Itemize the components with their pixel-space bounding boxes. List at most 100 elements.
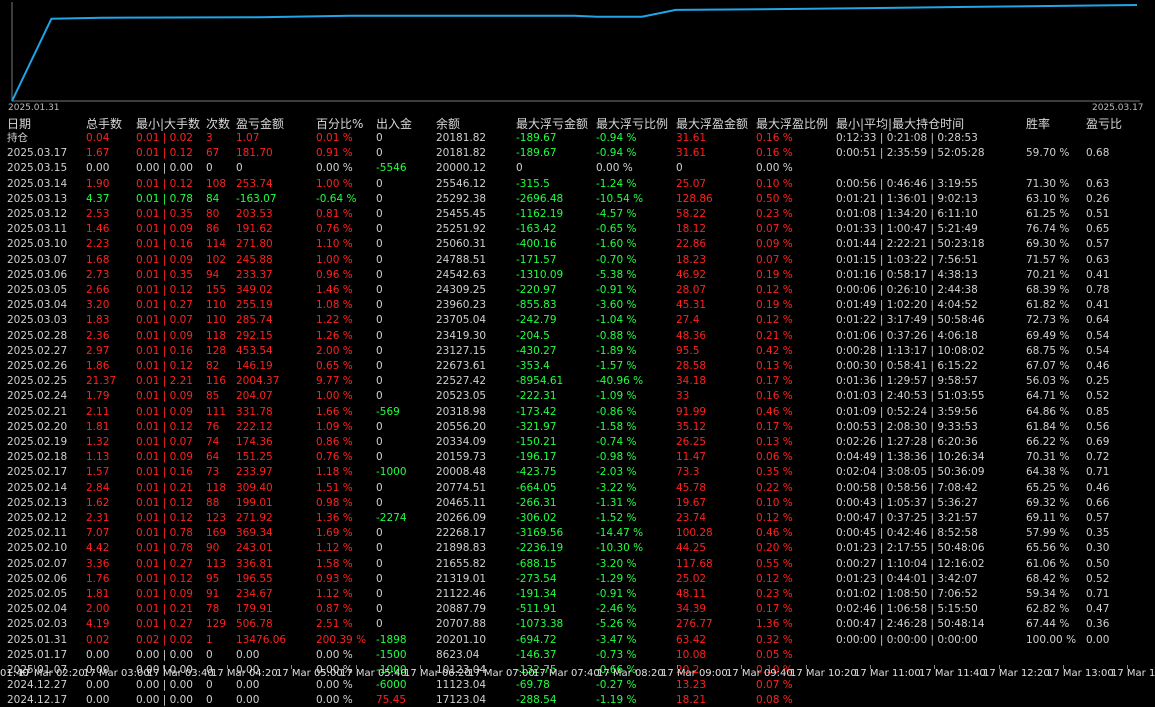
cell-io: 75.45 [376, 694, 407, 706]
cell-mfep: 0.16 % [756, 147, 793, 159]
cell-io: 0 [376, 618, 383, 630]
cell-minmax: 0.00 | 0.00 [136, 649, 193, 661]
cell-count: 90 [206, 542, 220, 554]
cell-mae: -1073.38 [516, 618, 564, 630]
cell-mfe: 25.02 [676, 573, 707, 585]
time-axis-label: 17 Mar 13:00 [1047, 668, 1114, 679]
cell-pl: 243.01 [236, 542, 273, 554]
cell-minmax: 0.01 | 0.09 [136, 406, 193, 418]
cell-pct: 1.69 % [316, 527, 353, 539]
time-axis-label: 17 Mar 03:00 [83, 668, 150, 679]
cell-pct: 1.36 % [316, 512, 353, 524]
cell-pl: 179.91 [236, 603, 273, 615]
cell-count: 73 [206, 466, 220, 478]
cell-bal: 24542.63 [436, 269, 487, 281]
cell-mfe: 28.58 [676, 360, 707, 372]
cell-maep: -3.20 % [596, 558, 637, 570]
cell-bal: 20774.51 [436, 482, 487, 494]
cell-mfep: 0.12 % [756, 512, 793, 524]
cell-io: 0 [376, 603, 383, 615]
cell-mfe: 0 [676, 162, 683, 174]
cell-rr: 0.50 [1086, 558, 1110, 570]
cell-mfep: 0.13 % [756, 436, 793, 448]
cell-io: 0 [376, 421, 383, 433]
cell-mfe: 45.78 [676, 482, 707, 494]
cell-bal: 25060.31 [436, 238, 487, 250]
cell-pct: 0.65 % [316, 360, 353, 372]
cell-win: 68.39 % [1026, 284, 1070, 296]
cell-mfe: 44.25 [676, 542, 707, 554]
cell-io: 0 [376, 284, 383, 296]
cell-maep: -4.57 % [596, 208, 637, 220]
cell-lots: 2.84 [86, 482, 110, 494]
cell-date: 2025.02.04 [7, 603, 68, 615]
cell-hold: 0:01:23 | 0:44:01 | 3:42:07 [836, 573, 978, 585]
cell-rr: 0.72 [1086, 451, 1110, 463]
cell-io: 0 [376, 223, 383, 235]
cell-mae: -196.17 [516, 451, 557, 463]
cell-minmax: 0.01 | 0.09 [136, 254, 193, 266]
cell-hold: 0:01:09 | 0:52:24 | 3:59:56 [836, 406, 978, 418]
cell-win: 69.30 % [1026, 238, 1070, 250]
cell-pct: 1.18 % [316, 466, 353, 478]
cell-mae: -306.02 [516, 512, 557, 524]
cell-minmax: 0.00 | 0.00 [136, 162, 193, 174]
cell-io: 0 [376, 436, 383, 448]
time-axis-label: 17 Mar 06:20 [404, 668, 471, 679]
cell-count: 3 [206, 132, 213, 144]
cell-bal: 25251.92 [436, 223, 487, 235]
cell-count: 129 [206, 618, 227, 630]
cell-date: 2025.03.11 [7, 223, 68, 235]
cell-maep: -1.31 % [596, 497, 637, 509]
cell-minmax: 0.02 | 0.02 [136, 634, 193, 646]
cell-count: 91 [206, 588, 220, 600]
cell-mae: -1310.09 [516, 269, 564, 281]
cell-minmax: 0.01 | 0.07 [136, 314, 193, 326]
cell-bal: 22673.61 [436, 360, 487, 372]
cell-minmax: 0.01 | 0.16 [136, 238, 193, 250]
cell-bal: 20465.11 [436, 497, 487, 509]
cell-mfe: 27.4 [676, 314, 700, 326]
cell-mfep: 0.06 % [756, 451, 793, 463]
cell-pl: 204.07 [236, 390, 273, 402]
time-axis-label: 17 Mar 07:40 [533, 668, 600, 679]
cell-pl: 506.78 [236, 618, 273, 630]
cell-mfep: 0.22 % [756, 482, 793, 494]
cell-bal: 23419.30 [436, 330, 487, 342]
cell-win: 59.70 % [1026, 147, 1070, 159]
cell-mfep: 0.07 % [756, 223, 793, 235]
cell-date: 2025.02.27 [7, 345, 68, 357]
cell-io: -1000 [376, 466, 407, 478]
cell-minmax: 0.01 | 0.12 [136, 360, 193, 372]
cell-rr: 0.85 [1086, 406, 1110, 418]
cell-count: 0 [206, 649, 213, 661]
cell-count: 169 [206, 527, 227, 539]
time-axis-label: 17 Mar 11:40 [919, 668, 986, 679]
cell-lots: 1.81 [86, 588, 110, 600]
chart-end-date: 2025.03.17 [1092, 103, 1144, 113]
time-axis-label: 17 Mar 02:20 [18, 668, 85, 679]
cell-count: 108 [206, 178, 227, 190]
cell-minmax: 0.01 | 0.12 [136, 178, 193, 190]
cell-mae: -3169.56 [516, 527, 564, 539]
cell-lots: 1.86 [86, 360, 110, 372]
cell-mae: -150.21 [516, 436, 557, 448]
cell-io: 0 [376, 193, 383, 205]
cell-io: 0 [376, 482, 383, 494]
cell-count: 94 [206, 269, 220, 281]
cell-maep: -0.86 % [596, 406, 637, 418]
cell-pl: 292.15 [236, 330, 273, 342]
cell-win: 61.06 % [1026, 558, 1070, 570]
cell-mfep: 0.00 % [756, 162, 793, 174]
cell-pct: 0.93 % [316, 573, 353, 585]
cell-mfe: 46.92 [676, 269, 707, 281]
cell-lots: 1.46 [86, 223, 110, 235]
cell-mae: -855.83 [516, 299, 557, 311]
header-io: 出入金 [376, 117, 413, 131]
cell-lots: 1.83 [86, 314, 110, 326]
time-axis-label: 17 Mar 12:20 [983, 668, 1050, 679]
cell-pl: 196.55 [236, 573, 273, 585]
cell-win: 62.82 % [1026, 603, 1070, 615]
cell-minmax: 0.01 | 0.07 [136, 436, 193, 448]
cell-lots: 4.37 [86, 193, 110, 205]
